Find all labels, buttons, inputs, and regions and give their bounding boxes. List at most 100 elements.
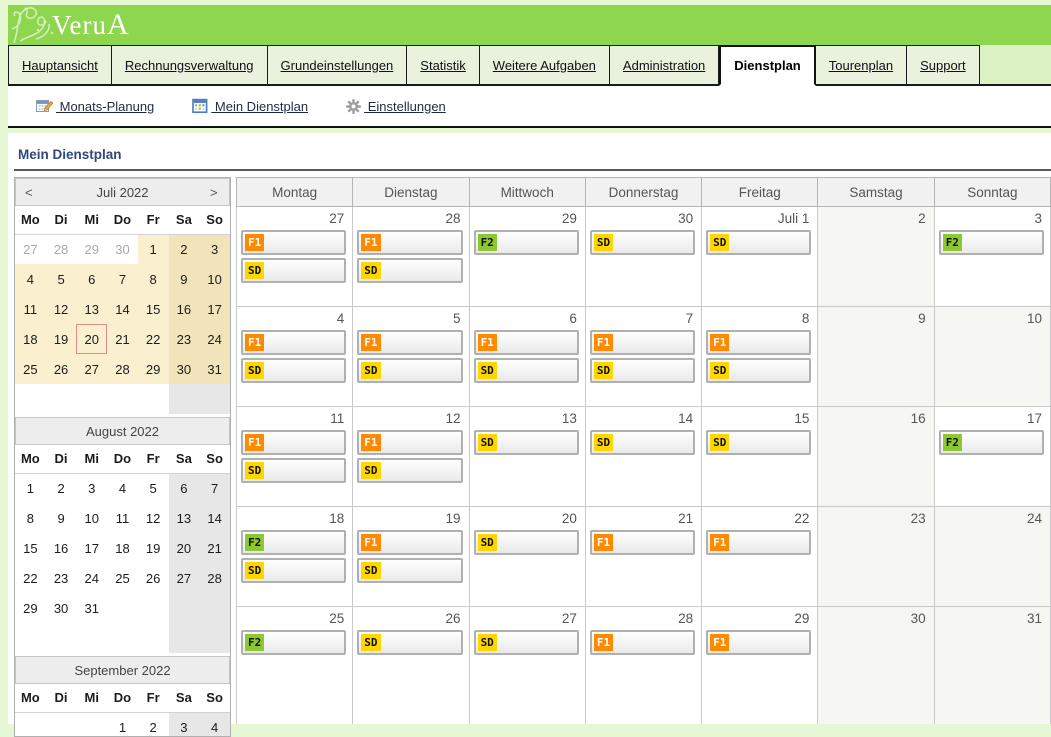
tab-statistik[interactable]: Statistik — [407, 45, 480, 86]
day-cell[interactable]: 20SD — [469, 507, 585, 607]
day-cell[interactable]: 27F1SD — [237, 207, 353, 307]
day-cell[interactable]: 27SD — [469, 607, 585, 725]
day-cell[interactable]: 17F2 — [934, 407, 1050, 507]
mini-day-cell[interactable]: 18 — [15, 324, 46, 354]
mini-day-cell[interactable]: 5 — [46, 264, 77, 294]
day-cell[interactable]: 30 — [818, 607, 934, 725]
mini-day-cell[interactable]: 14 — [107, 294, 138, 324]
mini-day-cell[interactable]: 25 — [15, 354, 46, 384]
mini-day-cell[interactable]: 29 — [15, 593, 46, 623]
mini-day-cell[interactable]: 3 — [169, 712, 200, 737]
tab-tourenplan[interactable]: Tourenplan — [816, 45, 907, 86]
shift-entry-sd[interactable]: SD — [590, 230, 695, 255]
mini-day-cell[interactable]: 1 — [107, 712, 138, 737]
shift-entry-sd[interactable]: SD — [474, 630, 579, 655]
day-cell[interactable]: 7F1SD — [585, 307, 701, 407]
mini-day-cell[interactable]: 21 — [107, 324, 138, 354]
mini-day-cell[interactable]: 18 — [107, 533, 138, 563]
mini-day-cell[interactable]: 10 — [76, 503, 107, 533]
mini-day-cell[interactable]: 4 — [15, 264, 46, 294]
mini-prev-month-button[interactable]: < — [25, 185, 35, 200]
shift-entry-sd[interactable]: SD — [357, 258, 462, 283]
day-cell[interactable]: 10 — [934, 307, 1050, 407]
mini-day-cell[interactable]: 28 — [199, 563, 230, 593]
mini-next-month-button[interactable]: > — [210, 185, 220, 200]
mini-day-cell[interactable]: 3 — [199, 234, 230, 264]
shift-entry-f2[interactable]: F2 — [241, 630, 346, 655]
mini-day-cell[interactable]: 17 — [76, 533, 107, 563]
toolbar-item-einstellungen[interactable]: Einstellungen — [346, 99, 446, 114]
shift-entry-f1[interactable]: F1 — [357, 330, 462, 355]
tab-rechnungsverwaltung[interactable]: Rechnungsverwaltung — [112, 45, 268, 86]
mini-day-cell[interactable]: 28 — [107, 354, 138, 384]
day-cell[interactable]: 31 — [934, 607, 1050, 725]
mini-day-cell[interactable]: 2 — [138, 712, 169, 737]
mini-day-cell[interactable]: 12 — [138, 503, 169, 533]
mini-day-cell[interactable]: 16 — [169, 294, 200, 324]
mini-day-cell[interactable]: 24 — [199, 324, 230, 354]
day-cell[interactable]: 12F1SD — [353, 407, 469, 507]
shift-entry-sd[interactable]: SD — [241, 558, 346, 583]
day-cell[interactable]: 18F2SD — [237, 507, 353, 607]
mini-day-cell[interactable]: 30 — [46, 593, 77, 623]
day-cell[interactable]: 22F1 — [702, 507, 818, 607]
tab-dienstplan[interactable]: Dienstplan — [719, 45, 815, 86]
mini-day-cell[interactable]: 19 — [46, 324, 77, 354]
mini-day-cell[interactable]: 8 — [15, 503, 46, 533]
mini-day-cell[interactable]: 2 — [169, 234, 200, 264]
tab-grundeinstellungen[interactable]: Grundeinstellungen — [268, 45, 408, 86]
shift-entry-f1[interactable]: F1 — [474, 330, 579, 355]
day-cell[interactable]: 30SD — [585, 207, 701, 307]
tab-weitere-aufgaben[interactable]: Weitere Aufgaben — [480, 45, 610, 86]
shift-entry-f1[interactable]: F1 — [357, 430, 462, 455]
day-cell[interactable]: 3F2 — [934, 207, 1050, 307]
day-cell[interactable]: 26SD — [353, 607, 469, 725]
mini-day-cell[interactable]: 24 — [76, 563, 107, 593]
mini-day-cell[interactable]: 13 — [76, 294, 107, 324]
mini-day-cell[interactable]: 29 — [76, 234, 107, 264]
mini-day-cell[interactable]: 12 — [46, 294, 77, 324]
mini-day-cell[interactable]: 9 — [169, 264, 200, 294]
shift-entry-sd[interactable]: SD — [357, 358, 462, 383]
shift-entry-f2[interactable]: F2 — [241, 530, 346, 555]
day-cell[interactable]: 2 — [818, 207, 934, 307]
day-cell[interactable]: 21F1 — [585, 507, 701, 607]
mini-day-cell[interactable]: 27 — [15, 234, 46, 264]
shift-entry-f1[interactable]: F1 — [590, 530, 695, 555]
day-cell[interactable]: 5F1SD — [353, 307, 469, 407]
day-cell[interactable]: 19F1SD — [353, 507, 469, 607]
shift-entry-f2[interactable]: F2 — [939, 230, 1044, 255]
shift-entry-f2[interactable]: F2 — [474, 230, 579, 255]
mini-day-cell[interactable]: 6 — [169, 473, 200, 503]
mini-day-cell[interactable]: 2 — [46, 473, 77, 503]
mini-day-cell[interactable]: 1 — [15, 473, 46, 503]
mini-day-cell[interactable]: 9 — [46, 503, 77, 533]
shift-entry-sd[interactable]: SD — [357, 630, 462, 655]
mini-day-cell[interactable]: 27 — [169, 563, 200, 593]
toolbar-item-monats-planung[interactable]: Monats-Planung — [36, 98, 154, 114]
mini-day-cell[interactable]: 21 — [199, 533, 230, 563]
shift-entry-sd[interactable]: SD — [590, 358, 695, 383]
mini-day-cell[interactable]: 8 — [138, 264, 169, 294]
mini-day-cell[interactable]: 30 — [169, 354, 200, 384]
day-cell[interactable]: 11F1SD — [237, 407, 353, 507]
mini-day-cell[interactable]: 30 — [107, 234, 138, 264]
shift-entry-f1[interactable]: F1 — [706, 630, 811, 655]
mini-day-cell[interactable]: 26 — [46, 354, 77, 384]
day-cell[interactable]: 14SD — [585, 407, 701, 507]
day-cell[interactable]: 16 — [818, 407, 934, 507]
shift-entry-f1[interactable]: F1 — [706, 330, 811, 355]
mini-day-cell[interactable]: 11 — [107, 503, 138, 533]
mini-day-cell[interactable]: 27 — [76, 354, 107, 384]
mini-day-cell[interactable]: 15 — [138, 294, 169, 324]
day-cell[interactable]: Juli 1SD — [702, 207, 818, 307]
mini-day-cell[interactable]: 4 — [107, 473, 138, 503]
mini-day-cell[interactable]: 1 — [138, 234, 169, 264]
day-cell[interactable]: 25F2 — [237, 607, 353, 725]
shift-entry-sd[interactable]: SD — [241, 258, 346, 283]
shift-entry-f1[interactable]: F1 — [590, 630, 695, 655]
shift-entry-sd[interactable]: SD — [357, 458, 462, 483]
mini-day-cell[interactable]: 23 — [46, 563, 77, 593]
mini-day-cell[interactable]: 4 — [199, 712, 230, 737]
mini-day-cell[interactable]: 20 — [76, 324, 107, 354]
